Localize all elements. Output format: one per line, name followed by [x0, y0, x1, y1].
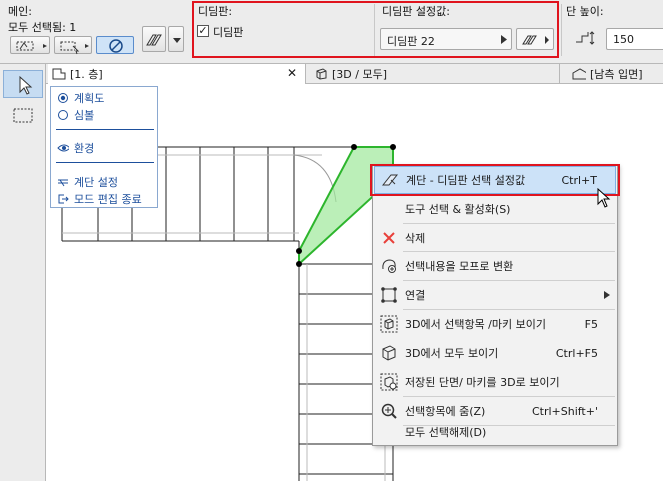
- stair-layers-icon: [146, 34, 162, 46]
- menu-item-label: 3D에서 선택항목 /마키 보이기: [405, 318, 546, 331]
- riser-height-panel: 단 높이: 150: [562, 0, 663, 62]
- exit-edit-mode-label: 모드 편집 종료: [74, 193, 142, 206]
- view-environment-item[interactable]: 환경: [57, 140, 94, 156]
- menu-item-show-selection-3d[interactable]: 3D에서 선택항목 /마키 보이기 F5: [374, 310, 616, 338]
- radio-unselected-icon: [58, 110, 68, 120]
- menu-item-show-all-3d[interactable]: 3D에서 모두 보이기 Ctrl+F5: [374, 339, 616, 367]
- delete-x-icon: [379, 228, 399, 248]
- riser-height-input[interactable]: 150: [606, 28, 663, 50]
- tab-3d-label: [3D / 모두]: [332, 68, 387, 81]
- view-tab-bar: [1. 층] ✕ [3D / 모두] [남측 입면]: [46, 64, 663, 84]
- tab-floor-plan-label: [1. 층]: [70, 68, 103, 81]
- stair-settings-label: 계단 설정: [74, 176, 118, 189]
- 3d-box-icon: [316, 68, 327, 80]
- connect-icon: [379, 285, 399, 305]
- tread-checkbox[interactable]: ✓: [197, 25, 209, 37]
- marquee-dashed-icon: [16, 41, 47, 51]
- exit-icon: [58, 194, 69, 204]
- tread-panel: 디딤판: ✓ 디딤판: [196, 0, 374, 62]
- radio-symbol[interactable]: 심볼: [57, 107, 94, 123]
- tread-checkbox-label: 디딤판: [213, 26, 244, 39]
- magic-wand-button[interactable]: [96, 36, 134, 54]
- menu-item-highlight-box: [370, 164, 620, 196]
- menu-item-label: 모두 선택해제(D): [405, 426, 487, 439]
- chevron-right-icon: [604, 291, 610, 299]
- mouse-cursor-icon: [597, 188, 611, 208]
- radio-floor-plan-label: 계획도: [74, 92, 105, 105]
- context-menu: 계단 - 디딤판 선택 설정값 Ctrl+T 도구 선택 & 활성화(S) 삭제…: [372, 164, 618, 446]
- menu-item-label: 저장된 단면/ 마키를 3D로 보이기: [405, 376, 560, 389]
- menu-item-delete[interactable]: 삭제: [374, 224, 616, 252]
- main-panel: 메인: 모두 선택됨: 1: [0, 0, 188, 62]
- panel-divider: [374, 4, 375, 56]
- zoom-selection-icon: [379, 401, 399, 421]
- menu-item-label: 연결: [405, 289, 426, 302]
- main-panel-title: 메인:: [8, 5, 32, 18]
- tread-settings-select[interactable]: 디딤판 22: [380, 28, 512, 50]
- chevron-right-icon: [501, 35, 507, 44]
- tread-settings-panel: 디딤판 설정값: 디딤판 22: [378, 0, 558, 62]
- exit-edit-mode-item[interactable]: 모드 편집 종료: [57, 191, 142, 207]
- eye-icon: [57, 144, 69, 152]
- layer-dropdown-button[interactable]: [168, 26, 184, 52]
- menu-item-shortcut: Ctrl+Shift+': [531, 404, 598, 418]
- magic-select-icon: [109, 39, 123, 53]
- menu-item-connect[interactable]: 연결: [374, 281, 616, 309]
- riser-height-title: 단 높이:: [566, 5, 604, 18]
- menu-item-saved-section-3d[interactable]: 저장된 단면/ 마키를 3D로 보이기: [374, 368, 616, 396]
- tab-elevation-label: [남측 입면]: [590, 68, 643, 81]
- morph-convert-icon: [379, 256, 399, 276]
- radio-floor-plan[interactable]: 계획도: [57, 90, 104, 106]
- layer-stack-button[interactable]: [142, 26, 166, 52]
- tread-pattern-icon: [522, 35, 549, 45]
- close-icon[interactable]: ✕: [287, 66, 297, 80]
- marquee-select-icon: [60, 41, 89, 55]
- riser-height-icon: [576, 31, 595, 45]
- saved-section-3d-icon: [379, 372, 399, 392]
- menu-item-label: 선택내용을 모프로 변환: [405, 260, 514, 273]
- marquee-mode-button[interactable]: [10, 36, 50, 54]
- view-environment-label: 환경: [74, 142, 95, 155]
- elevation-house-icon: [572, 68, 586, 80]
- marquee-select-button[interactable]: [54, 36, 92, 55]
- radio-selected-icon: [58, 93, 68, 103]
- menu-item-deselect-all[interactable]: 모두 선택해제(D): [374, 419, 616, 445]
- show-selection-3d-icon: [379, 314, 399, 334]
- divider: [56, 162, 154, 163]
- arrow-tool-button[interactable]: [3, 70, 43, 98]
- tab-3d[interactable]: [3D / 모두]: [310, 64, 560, 84]
- stair-settings-item[interactable]: 계단 설정: [57, 174, 118, 190]
- marquee-icon: [13, 108, 33, 123]
- info-box: 메인: 모두 선택됨: 1 디딤판: ✓ 디딤판 디딤판 설정값: 디딤판 22…: [0, 0, 663, 64]
- tab-elevation[interactable]: [남측 입면]: [568, 64, 663, 84]
- quick-options-panel: 계획도 심볼 환경 계단 설정 모드 편집 종료: [50, 86, 158, 208]
- show-all-3d-icon: [379, 343, 399, 363]
- menu-item-select-tool[interactable]: 도구 선택 & 활성화(S): [374, 195, 616, 223]
- menu-item-shortcut: Ctrl+F5: [555, 346, 598, 360]
- arrow-pointer-icon: [19, 75, 33, 95]
- tread-settings-title: 디딤판 설정값:: [382, 5, 450, 18]
- floorplan-icon: [52, 68, 66, 80]
- tread-settings-value: 디딤판 22: [387, 35, 435, 48]
- menu-item-label: 삭제: [405, 232, 426, 245]
- radio-symbol-label: 심볼: [74, 109, 95, 122]
- tread-settings-button[interactable]: [516, 28, 554, 50]
- toolbox: [0, 64, 46, 481]
- menu-item-convert-to-morph[interactable]: 선택내용을 모프로 변환: [374, 252, 616, 280]
- divider: [56, 129, 154, 130]
- chevron-down-icon: [173, 38, 181, 43]
- selection-count: 모두 선택됨: 1: [8, 21, 77, 34]
- menu-item-label: 선택항목에 줌(Z): [405, 405, 486, 418]
- tab-floor-plan[interactable]: [1. 층] ✕: [48, 64, 306, 84]
- tread-panel-title: 디딤판:: [198, 5, 233, 18]
- riser-height-value: 150: [613, 33, 634, 46]
- menu-item-shortcut: F5: [584, 317, 598, 331]
- menu-item-label: 도구 선택 & 활성화(S): [405, 203, 511, 216]
- marquee-tool-button[interactable]: [3, 102, 43, 130]
- menu-item-label: 3D에서 모두 보이기: [405, 347, 499, 360]
- stair-settings-icon: [58, 179, 68, 187]
